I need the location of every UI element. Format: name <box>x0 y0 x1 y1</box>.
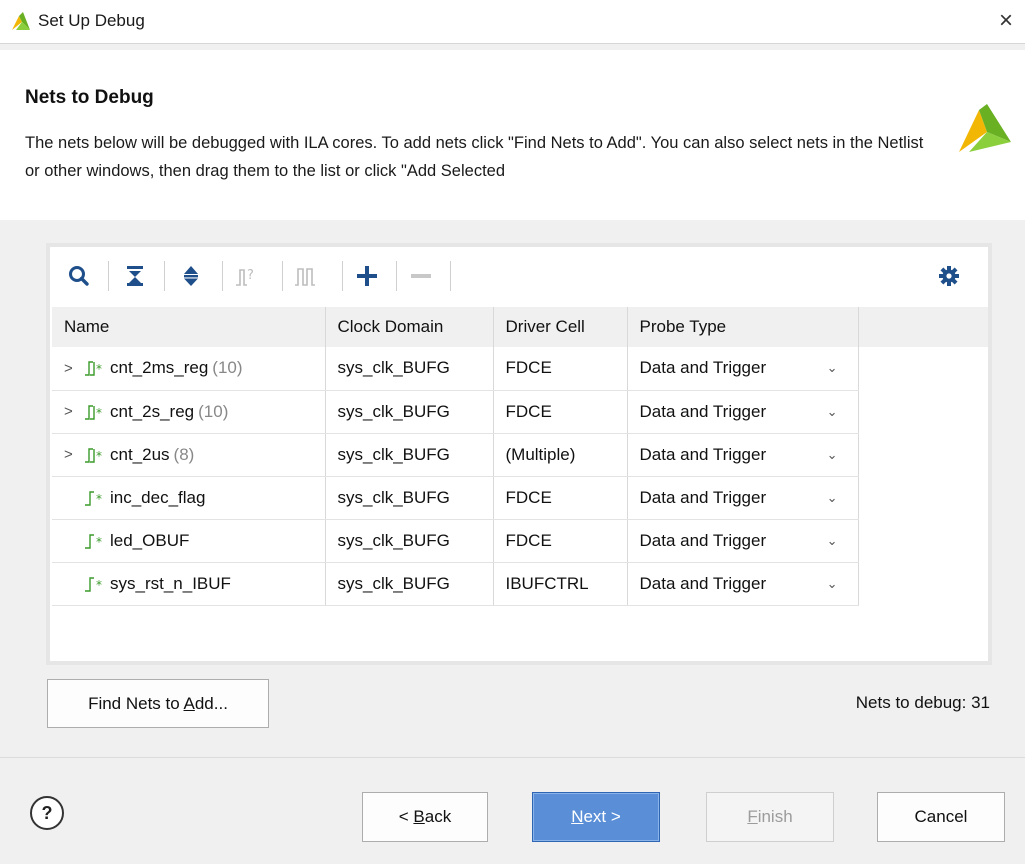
table-row[interactable]: > * cnt_2s_reg (10) sys_clk_BUFG FDCE Dat… <box>52 390 988 434</box>
chevron-down-icon[interactable]: ⌄ <box>827 576 838 592</box>
cancel-button[interactable]: Cancel <box>877 792 1005 842</box>
close-icon[interactable]: × <box>993 7 1019 35</box>
probe-type-select[interactable]: Data and Trigger ⌄ <box>627 390 859 434</box>
collapse-all-icon[interactable] <box>120 261 150 291</box>
chevron-down-icon[interactable]: ⌄ <box>827 404 838 420</box>
probe-type-value: Data and Trigger <box>639 487 767 507</box>
net-icon: * <box>85 490 102 506</box>
page-title: Nets to Debug <box>25 87 154 108</box>
bus-net-icon: * <box>85 361 102 376</box>
driver-cell-cell: FDCE <box>493 476 628 520</box>
nets-table: Name Clock Domain Driver Cell Probe Type… <box>52 307 988 606</box>
clock-net-icon: ? <box>231 261 261 291</box>
chevron-down-icon[interactable]: ⌄ <box>827 533 838 549</box>
vivado-logo-icon <box>959 104 1011 152</box>
footer-divider <box>0 757 1025 758</box>
driver-cell-cell: (Multiple) <box>493 433 628 477</box>
column-header-clock-domain[interactable]: Clock Domain <box>325 307 494 347</box>
probe-type-select[interactable]: Data and Trigger ⌄ <box>627 433 859 477</box>
probe-type-select[interactable]: Data and Trigger ⌄ <box>627 476 859 520</box>
expand-chevron-icon[interactable]: > <box>64 403 84 420</box>
net-name: cnt_2us <box>110 444 170 464</box>
expand-all-icon[interactable] <box>176 261 206 291</box>
probe-type-select[interactable]: Data and Trigger ⌄ <box>627 562 859 606</box>
clock-domain-cell: sys_clk_BUFG <box>325 433 494 477</box>
svg-text:*: * <box>96 362 102 376</box>
probe-type-value: Data and Trigger <box>639 401 767 421</box>
page-description: The nets below will be debugged with ILA… <box>25 134 924 180</box>
nets-panel: ? Name Clock Domain Driver Cell Probe Ty… <box>46 243 992 665</box>
bus-net-icon <box>290 261 320 291</box>
chevron-down-icon[interactable]: ⌄ <box>827 447 838 463</box>
nets-toolbar: ? <box>50 247 988 307</box>
probe-type-value: Data and Trigger <box>639 573 767 593</box>
title-bar: Set Up Debug × <box>0 0 1025 44</box>
remove-icon <box>406 261 436 291</box>
probe-type-select[interactable]: Data and Trigger ⌄ <box>627 347 859 391</box>
column-header-probe-type[interactable]: Probe Type <box>627 307 859 347</box>
svg-text:*: * <box>96 535 102 549</box>
bit-count: (10) <box>198 401 229 421</box>
clock-domain-cell: sys_clk_BUFG <box>325 562 494 606</box>
svg-text:*: * <box>96 406 102 420</box>
clock-domain-cell: sys_clk_BUFG <box>325 390 494 434</box>
add-icon[interactable] <box>352 261 382 291</box>
finish-button: Finish <box>706 792 834 842</box>
net-name: cnt_2ms_reg <box>110 358 209 378</box>
expand-chevron-icon[interactable]: > <box>64 360 84 377</box>
column-header-driver-cell[interactable]: Driver Cell <box>493 307 628 347</box>
bit-count: (8) <box>173 444 195 464</box>
bus-net-icon: * <box>85 404 102 420</box>
clock-domain-cell: sys_clk_BUFG <box>325 519 494 563</box>
probe-type-value: Data and Trigger <box>639 444 767 464</box>
svg-text:*: * <box>96 578 102 592</box>
bit-count: (10) <box>212 358 243 378</box>
table-row[interactable]: > * cnt_2us (8) sys_clk_BUFG (Multiple) D… <box>52 433 988 477</box>
svg-text:?: ? <box>247 268 254 283</box>
net-name: led_OBUF <box>110 530 190 550</box>
next-button[interactable]: Next > <box>532 792 660 842</box>
probe-type-select[interactable]: Data and Trigger ⌄ <box>627 519 859 563</box>
vivado-app-icon <box>12 12 30 30</box>
nets-to-debug-count: Nets to debug: 31 <box>855 693 990 712</box>
bus-net-icon: * <box>85 447 102 463</box>
driver-cell-cell: FDCE <box>493 390 628 434</box>
find-nets-to-add-button[interactable]: Find Nets to Add... <box>47 679 269 728</box>
clock-domain-cell: sys_clk_BUFG <box>325 347 494 391</box>
search-icon[interactable] <box>64 261 94 291</box>
chevron-down-icon[interactable]: ⌄ <box>827 490 838 506</box>
column-header-name[interactable]: Name <box>52 307 326 347</box>
svg-text:*: * <box>96 449 102 463</box>
table-row[interactable]: > * inc_dec_flag sys_clk_BUFG FDCE Data … <box>52 476 988 520</box>
gear-icon[interactable] <box>934 261 964 291</box>
driver-cell-cell: FDCE <box>493 347 628 391</box>
driver-cell-cell: FDCE <box>493 519 628 563</box>
table-row[interactable]: > * cnt_2ms_reg (10) sys_clk_BUFG FDCE Da… <box>52 347 988 391</box>
clock-domain-cell: sys_clk_BUFG <box>325 476 494 520</box>
probe-type-value: Data and Trigger <box>639 358 767 378</box>
net-name: cnt_2s_reg <box>110 401 195 421</box>
svg-text:*: * <box>96 492 102 506</box>
back-button[interactable]: < Back <box>362 792 488 842</box>
table-row[interactable]: > * led_OBUF sys_clk_BUFG FDCE Data and … <box>52 519 988 563</box>
window-title: Set Up Debug <box>38 11 145 30</box>
wizard-header: Nets to Debug The nets below will be deb… <box>0 50 1025 220</box>
expand-chevron-icon[interactable]: > <box>64 446 84 463</box>
help-icon[interactable]: ? <box>30 796 64 830</box>
probe-type-value: Data and Trigger <box>639 530 767 550</box>
driver-cell-cell: IBUFCTRL <box>493 562 628 606</box>
net-icon: * <box>85 576 102 592</box>
net-name: inc_dec_flag <box>110 487 206 507</box>
chevron-down-icon[interactable]: ⌄ <box>827 360 838 376</box>
net-icon: * <box>85 533 102 549</box>
table-row[interactable]: > * sys_rst_n_IBUF sys_clk_BUFG IBUFCTRL… <box>52 562 988 606</box>
net-name: sys_rst_n_IBUF <box>110 573 231 593</box>
